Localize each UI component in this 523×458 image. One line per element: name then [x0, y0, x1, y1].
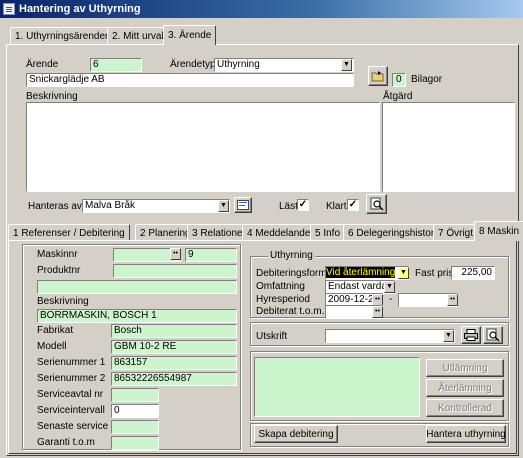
- beskrivning-textarea[interactable]: [26, 102, 380, 192]
- kontrollerad-button[interactable]: Kontrollerad: [426, 399, 504, 417]
- senaste-service-field[interactable]: [111, 420, 159, 434]
- tab-info[interactable]: 5 Info: [310, 224, 346, 241]
- chevron-down-icon[interactable]: ▼: [218, 200, 229, 212]
- serviceavtal-field[interactable]: [111, 388, 159, 402]
- calendar-dots-icon[interactable]: ••: [372, 306, 383, 318]
- print-preview-button[interactable]: [483, 326, 503, 344]
- serviceavtal-label: Serviceavtal nr: [37, 389, 104, 400]
- hantera-uthyrning-button[interactable]: Hantera uthyrning: [426, 425, 506, 443]
- garanti-field[interactable]: [111, 436, 159, 450]
- lookup-dots-icon[interactable]: ••: [170, 248, 181, 260]
- user-picker-button[interactable]: [234, 197, 252, 213]
- hanteras-av-select[interactable]: Malva Bråk: [82, 199, 230, 213]
- uthyrning-group-label: Uthyrning: [268, 250, 315, 261]
- beskrivning-label: Beskrivning: [26, 91, 78, 102]
- chevron-down-icon[interactable]: ▼: [384, 281, 395, 293]
- tab-mitt-urval[interactable]: 2. Mitt urval: [107, 27, 169, 44]
- omfattning-label: Omfattning: [256, 281, 305, 292]
- search-button[interactable]: [366, 194, 387, 214]
- tab-arende[interactable]: 3. Ärende: [163, 25, 217, 45]
- debiteringsform-select[interactable]: Vid återlämning: [325, 266, 409, 280]
- maskin-beskrivning-field[interactable]: BORRMASKIN, BOSCH 1: [37, 309, 237, 323]
- bilagor-label: Bilagor: [411, 74, 443, 85]
- produktnr-label: Produktnr: [37, 265, 81, 276]
- card-icon: [237, 200, 249, 210]
- utlamning-button[interactable]: Utlämning: [426, 359, 504, 377]
- arende-field[interactable]: 6: [90, 58, 142, 72]
- klart-checkbox[interactable]: ✓: [347, 199, 359, 211]
- chevron-down-icon[interactable]: ▼: [398, 267, 409, 279]
- window-title: Hantering av Uthyrning: [19, 3, 141, 15]
- serienummer2-label: Serienummer 2: [37, 373, 106, 384]
- modell-field[interactable]: GBM 10-2 RE: [111, 340, 237, 354]
- last-checkbox[interactable]: ✓: [297, 199, 309, 211]
- serviceintervall-label: Serviceintervall: [37, 405, 105, 416]
- maskin-beskrivning-label: Beskrivning: [37, 296, 89, 307]
- tab-uthyrningsarenden[interactable]: 1. Uthyrningsärenden: [10, 27, 116, 44]
- utskrift-select[interactable]: [325, 329, 455, 343]
- produkt-name-field[interactable]: [37, 280, 237, 294]
- chevron-down-icon[interactable]: ▼: [341, 59, 352, 71]
- magnifier-icon: [370, 197, 384, 211]
- last-label: Läst: [279, 201, 298, 212]
- serienummer2-field[interactable]: 86532226554987: [111, 372, 237, 386]
- print-button[interactable]: [461, 326, 481, 344]
- fabrikat-label: Fabrikat: [37, 325, 74, 336]
- app-icon: [3, 3, 15, 15]
- utskrift-label: Utskrift: [256, 331, 288, 342]
- senaste-service-label: Senaste service: [37, 421, 109, 432]
- hyresperiod-label: Hyresperiod: [256, 294, 310, 305]
- serviceintervall-field[interactable]: 0: [111, 404, 159, 418]
- arendetyp-select[interactable]: Uthyrning: [214, 58, 354, 72]
- tab-delegeringshistorik[interactable]: 6 Delegeringshistorik: [343, 224, 447, 241]
- klart-label: Klart: [326, 201, 347, 212]
- fast-pris-label: Fast pris: [415, 268, 454, 279]
- debiterat-label: Debiterat t.o.m.: [256, 306, 325, 317]
- folder-icon: [371, 71, 384, 82]
- produktnr-field[interactable]: [113, 264, 237, 278]
- calendar-dots-icon[interactable]: ••: [447, 294, 458, 306]
- status-box: [254, 357, 420, 417]
- tab-referenser[interactable]: 1 Referenser / Debitering: [8, 224, 130, 241]
- preview-icon: [486, 328, 500, 342]
- bilagor-count: 0: [392, 73, 406, 87]
- fabrikat-field[interactable]: Bosch: [111, 324, 237, 338]
- debiteringsform-label: Debiteringsform: [256, 268, 327, 279]
- chevron-down-icon[interactable]: ▼: [443, 330, 454, 342]
- hyresperiod-sep: -: [389, 294, 393, 305]
- atgard-label: Åtgärd: [383, 91, 413, 102]
- printer-icon: [464, 329, 478, 341]
- atgard-textarea[interactable]: [382, 102, 515, 192]
- serienummer1-field[interactable]: 863157: [111, 356, 237, 370]
- serienummer1-label: Serienummer 1: [37, 357, 106, 368]
- customer-field[interactable]: Snickarglädje AB: [26, 73, 354, 87]
- tab-ovrigt[interactable]: 7 Övrigt: [433, 224, 479, 241]
- maskinnr-label: Maskinnr: [37, 249, 78, 260]
- skapa-debitering-button[interactable]: Skapa debitering: [254, 425, 338, 443]
- garanti-label: Garanti t.o.m: [37, 437, 95, 448]
- tab-maskin[interactable]: 8 Maskin: [474, 221, 523, 241]
- attachment-button[interactable]: [368, 66, 388, 86]
- arendetyp-label: Ärendetyp: [170, 59, 216, 70]
- aterlamning-button[interactable]: Återlämning: [426, 379, 504, 397]
- title-bar: Hantering av Uthyrning: [0, 0, 523, 18]
- modell-label: Modell: [37, 341, 67, 352]
- hanteras-av-label: Hanteras av: [28, 201, 82, 212]
- fast-pris-field[interactable]: 225,00: [451, 266, 495, 280]
- arende-label: Ärende: [26, 59, 59, 70]
- maskinnr-value[interactable]: 9: [185, 248, 237, 262]
